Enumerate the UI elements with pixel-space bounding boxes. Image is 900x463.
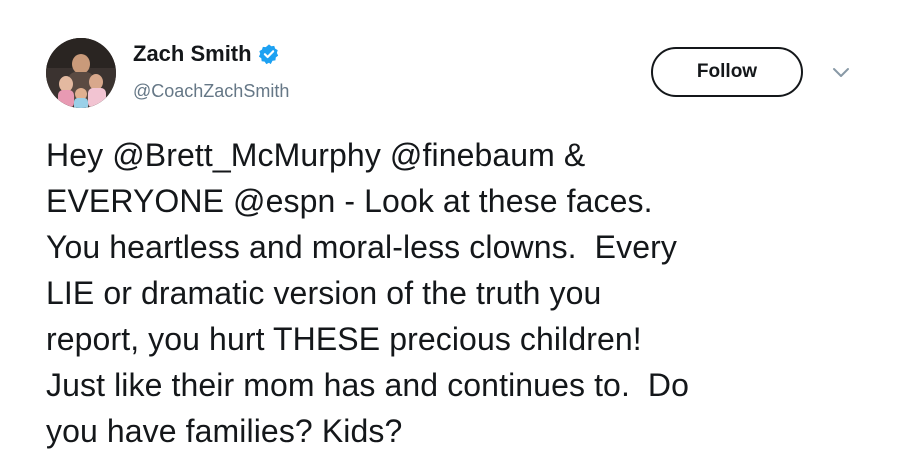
user-name-row[interactable]: Zach Smith <box>133 40 280 68</box>
verified-badge-icon <box>258 43 280 65</box>
avatar-photo <box>46 38 116 108</box>
display-name[interactable]: Zach Smith <box>133 40 252 68</box>
chevron-down-icon[interactable] <box>832 66 850 78</box>
follow-button[interactable]: Follow <box>651 47 803 97</box>
avatar[interactable] <box>46 38 116 108</box>
tweet-text-line: LIE or dramatic version of the truth you <box>46 275 602 311</box>
user-handle[interactable]: @CoachZachSmith <box>133 80 289 102</box>
tweet-text-line: you have families? Kids? <box>46 413 403 449</box>
tweet-text-line: You heartless and moral-less clowns. Eve… <box>46 229 677 265</box>
tweet-text-line: Hey @Brett_McMurphy @finebaum & <box>46 137 586 173</box>
tweet-text-line: report, you hurt THESE precious children… <box>46 321 642 357</box>
tweet-text: Hey @Brett_McMurphy @finebaum & EVERYONE… <box>46 132 866 454</box>
tweet-text-line: EVERYONE @espn - Look at these faces. <box>46 183 653 219</box>
tweet-card: Zach Smith @CoachZachSmith Follow Hey @B… <box>0 0 900 463</box>
tweet-text-line: Just like their mom has and continues to… <box>46 367 690 403</box>
